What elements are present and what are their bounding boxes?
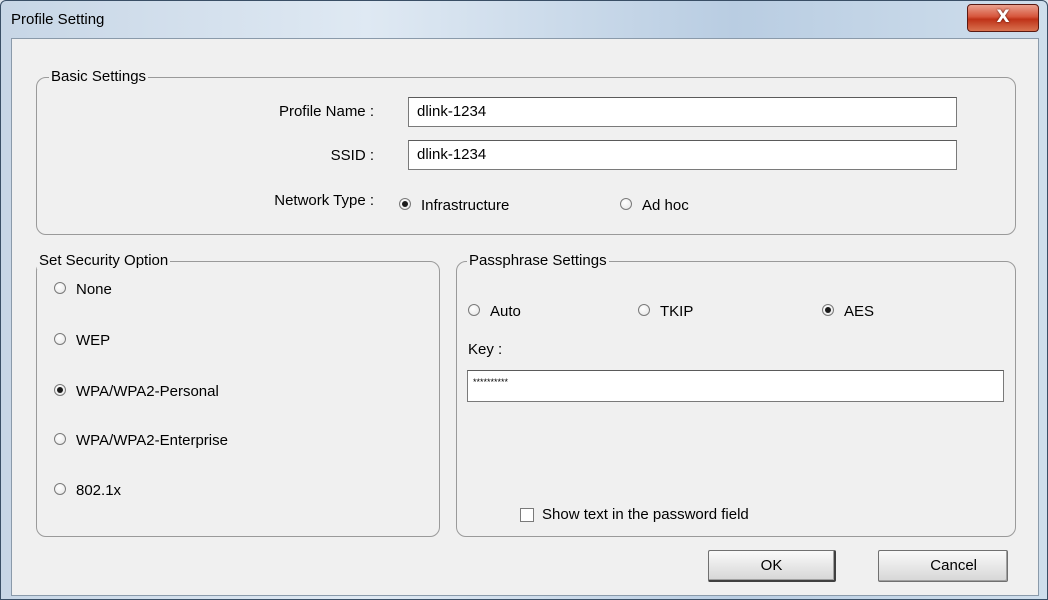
security-8021x-radio[interactable]: 802.1x [54,482,121,499]
radio-unselected-icon [54,333,66,346]
ssid-label: SSID : [330,147,374,164]
radio-label: WPA/WPA2-Enterprise [76,432,228,449]
radio-label: Auto [490,303,521,320]
show-text-label: Show text in the password field [542,506,749,523]
radio-label: Infrastructure [421,197,510,214]
radio-selected-icon [822,304,834,317]
security-wpa-personal-radio[interactable]: WPA/WPA2-Personal [54,383,219,400]
radio-label: None [76,281,112,298]
radio-unselected-icon [54,282,66,295]
radio-label: TKIP [660,303,694,320]
show-text-checkbox[interactable] [520,508,534,522]
basic-settings-legend: Basic Settings [49,68,149,85]
profile-setting-window: Profile Setting X Basic Settings Profile… [0,0,1048,600]
dialog-body: Basic Settings Profile Name : dlink-1234… [11,38,1039,596]
radio-unselected-icon [54,433,66,446]
network-type-adhoc-radio[interactable]: Ad hoc [620,197,689,214]
radio-unselected-icon [468,304,480,317]
security-none-radio[interactable]: None [54,281,112,298]
profile-name-label: Profile Name : [278,103,374,120]
profile-name-input[interactable]: dlink-1234 [408,97,957,127]
radio-label: AES [844,303,875,320]
network-type-label: Network Type : [274,192,374,209]
security-option-legend: Set Security Option [37,252,171,269]
passphrase-settings-legend: Passphrase Settings [467,252,609,269]
cipher-tkip-radio[interactable]: TKIP [638,303,693,320]
radio-unselected-icon [54,483,66,496]
cancel-button[interactable]: Cancel [878,550,1008,582]
close-button[interactable]: X [967,4,1039,32]
network-type-infrastructure-radio[interactable]: Infrastructure [399,197,509,214]
ok-button[interactable]: OK [708,550,836,582]
radio-selected-icon [54,384,66,397]
radio-unselected-icon [620,198,632,211]
key-label: Key : [468,341,503,358]
title-bar: Profile Setting X [1,1,1047,38]
radio-label: WEP [76,332,111,349]
window-title: Profile Setting [11,11,105,28]
radio-selected-icon [399,198,411,211]
radio-label: 802.1x [76,482,122,499]
security-wpa-enterprise-radio[interactable]: WPA/WPA2-Enterprise [54,432,228,449]
radio-label: Ad hoc [642,197,689,214]
cipher-aes-radio[interactable]: AES [822,303,874,320]
ssid-input[interactable]: dlink-1234 [408,140,957,170]
key-password-input[interactable]: ********** [467,370,1004,402]
close-icon: X [996,7,1010,27]
radio-unselected-icon [638,304,650,317]
security-wep-radio[interactable]: WEP [54,332,110,349]
radio-label: WPA/WPA2-Personal [76,383,219,400]
cipher-auto-radio[interactable]: Auto [468,303,521,320]
